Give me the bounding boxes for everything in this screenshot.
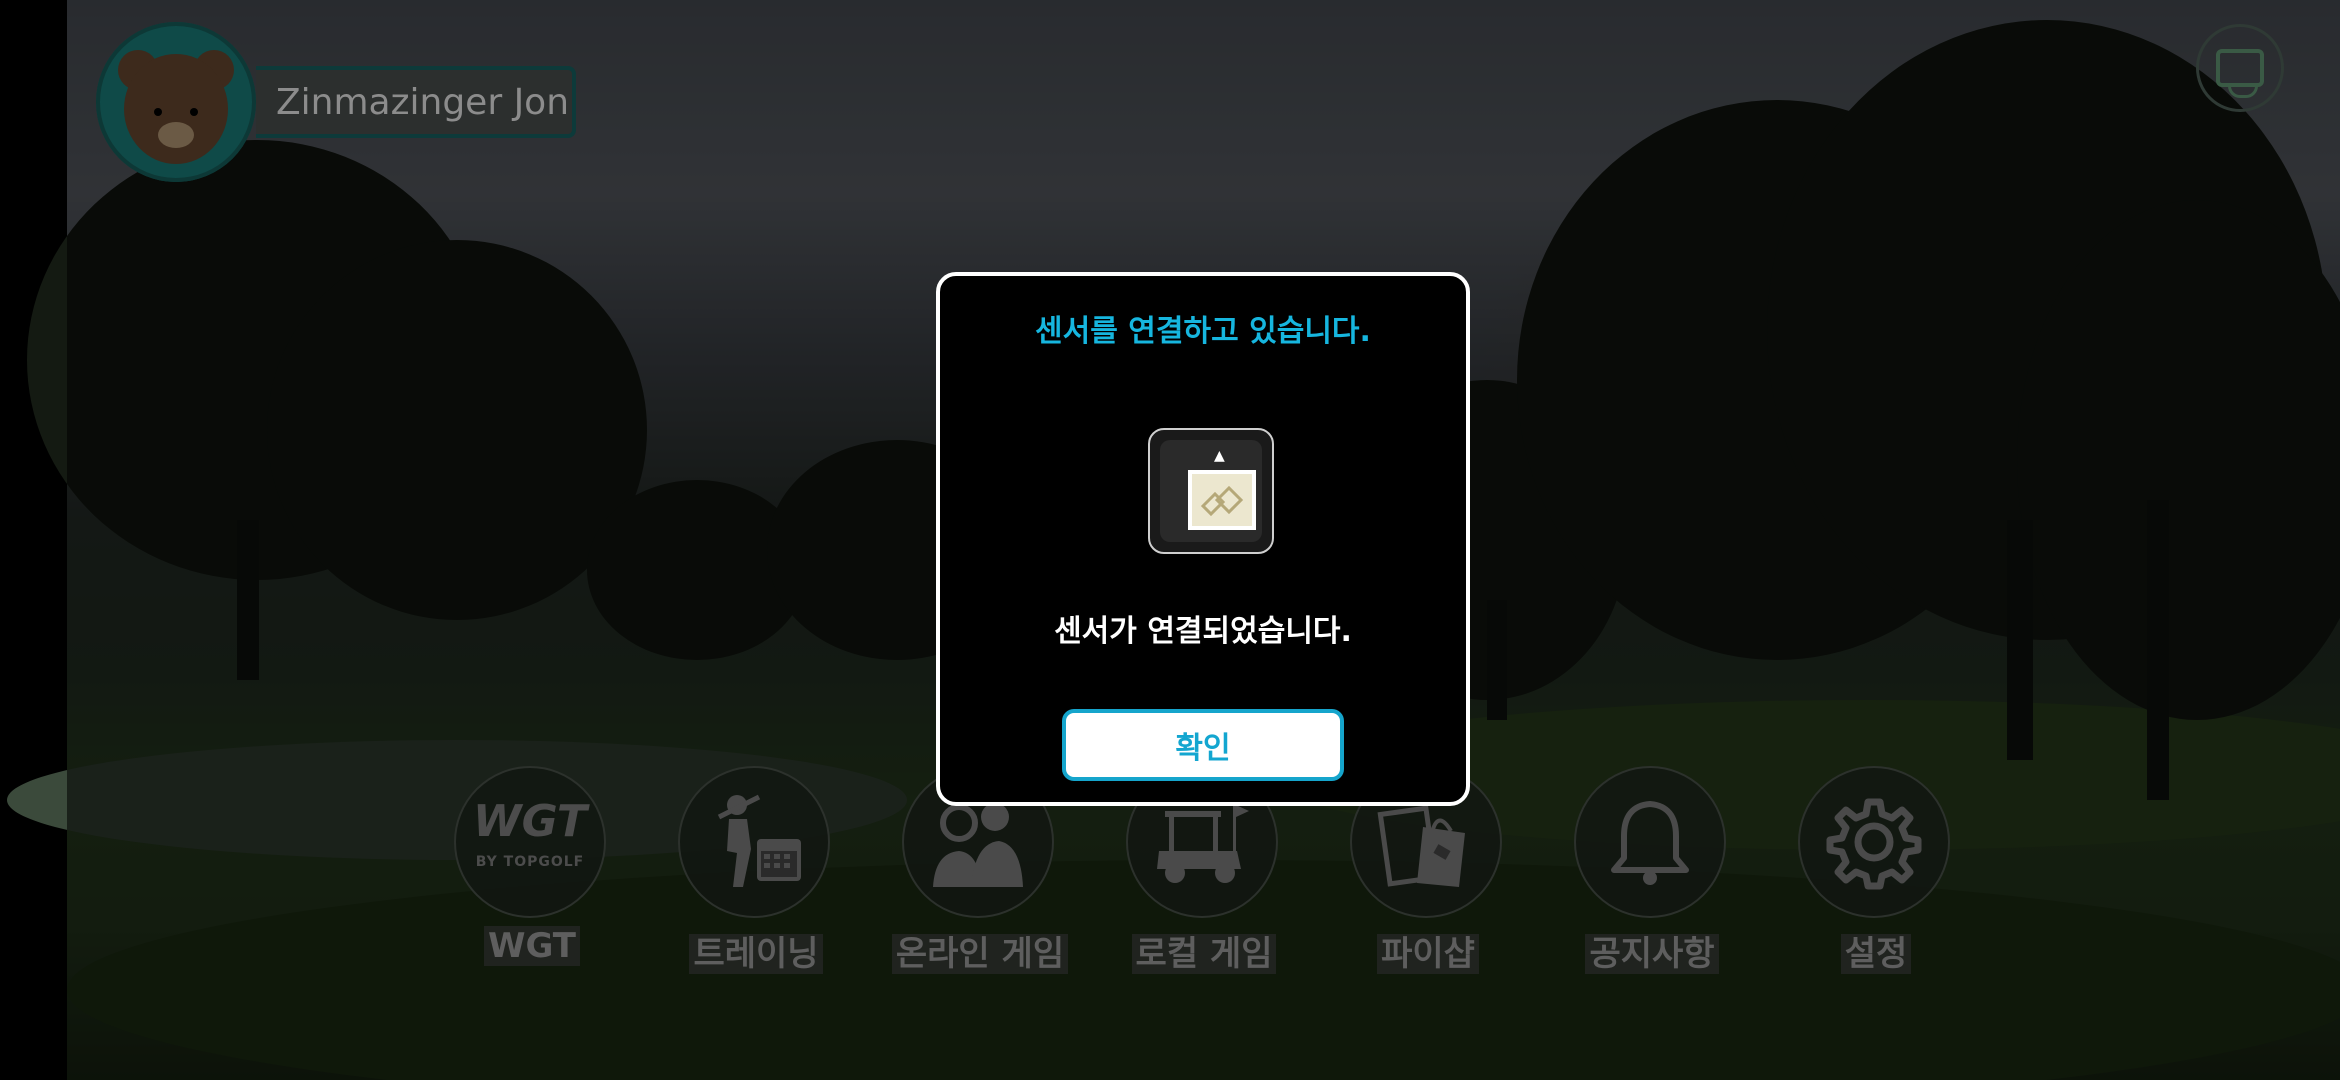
menu-label-training: 트레이닝 (689, 934, 823, 974)
arrow-up-icon: ▲ (1214, 448, 1225, 464)
menu-label-wgt: WGT (483, 926, 580, 966)
gear-icon (1798, 766, 1950, 918)
menu-label-online-game: 온라인 게임 (891, 934, 1069, 974)
wgt-topgolf-logo: WGT BY TOPGOLF (454, 766, 606, 918)
sensor-status-button[interactable] (2196, 24, 2284, 112)
player-name-badge[interactable]: Zinmazinger Jon (256, 66, 576, 138)
confirm-button[interactable]: 확인 (1062, 709, 1344, 781)
menu-item-settings[interactable]: 설정 (1796, 766, 1956, 996)
left-system-bar (0, 0, 67, 1080)
golfer-calendar-icon (678, 766, 830, 918)
bell-icon (1574, 766, 1726, 918)
sensor-mat-icon: ▲ (1148, 428, 1274, 554)
sensor-connect-dialog: 센서를 연결하고 있습니다. ▲ 센서가 연결되었습니다. 확인 (936, 272, 1470, 806)
menu-label-notice: 공지사항 (1585, 934, 1719, 974)
menu-item-training[interactable]: 트레이닝 (676, 766, 836, 996)
avatar[interactable] (96, 22, 256, 182)
confirm-button-label: 확인 (1175, 731, 1231, 766)
app-screen: Zinmazinger Jon WGT BY TOPGOLF WGT 트레이닝 … (0, 0, 2340, 1080)
menu-item-notice[interactable]: 공지사항 (1572, 766, 1732, 996)
menu-label-local-game: 로컬 게임 (1131, 934, 1277, 974)
dialog-message: 센서가 연결되었습니다. (1054, 614, 1352, 649)
player-name: Zinmazinger Jon (276, 81, 570, 123)
wgt-logo-text: WGT (473, 796, 587, 847)
menu-item-wgt[interactable]: WGT BY TOPGOLF WGT (452, 766, 612, 996)
menu-label-shop: 파이샵 (1377, 934, 1479, 974)
menu-label-settings: 설정 (1840, 934, 1912, 974)
sensor-device-icon (2216, 49, 2264, 98)
wgt-logo-subtext: BY TOPGOLF (475, 854, 585, 870)
dialog-title: 센서를 연결하고 있습니다. (1035, 314, 1371, 349)
